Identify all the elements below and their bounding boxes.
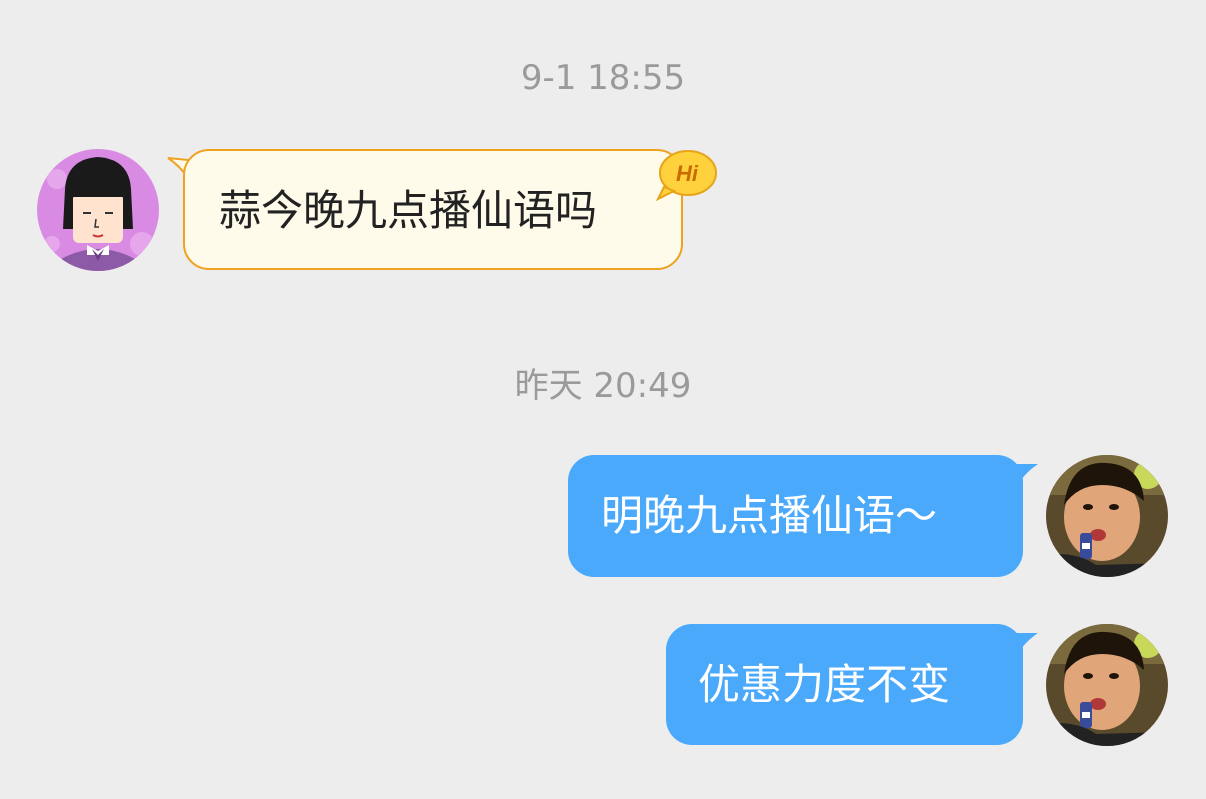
timestamp: 9-1 18:55 bbox=[520, 58, 686, 98]
outgoing-message-bubble[interactable]: 优惠力度不变 bbox=[666, 624, 1023, 745]
outgoing-message-bubble[interactable]: 明晚九点播仙语～ bbox=[568, 455, 1023, 577]
user-avatar[interactable] bbox=[1046, 455, 1168, 577]
child-photo-avatar-icon bbox=[1046, 624, 1168, 746]
child-photo-avatar-icon bbox=[1046, 455, 1168, 577]
message-text: 优惠力度不变 bbox=[698, 660, 951, 709]
user-avatar[interactable] bbox=[1046, 624, 1168, 746]
bubble-tail-icon bbox=[1016, 464, 1038, 484]
hi-badge-icon: Hi bbox=[655, 150, 717, 201]
cartoon-girl-avatar-icon bbox=[37, 149, 159, 271]
bubble-tail-icon bbox=[1016, 633, 1038, 653]
timestamp: 昨天 20:49 bbox=[514, 366, 692, 406]
incoming-message-bubble[interactable]: 蒜今晚九点播仙语吗 bbox=[183, 149, 683, 270]
message-text: 蒜今晚九点播仙语吗 bbox=[219, 186, 598, 235]
message-text: 明晚九点播仙语～ bbox=[601, 491, 938, 540]
contact-avatar[interactable] bbox=[37, 149, 159, 271]
svg-text:Hi: Hi bbox=[676, 161, 699, 186]
